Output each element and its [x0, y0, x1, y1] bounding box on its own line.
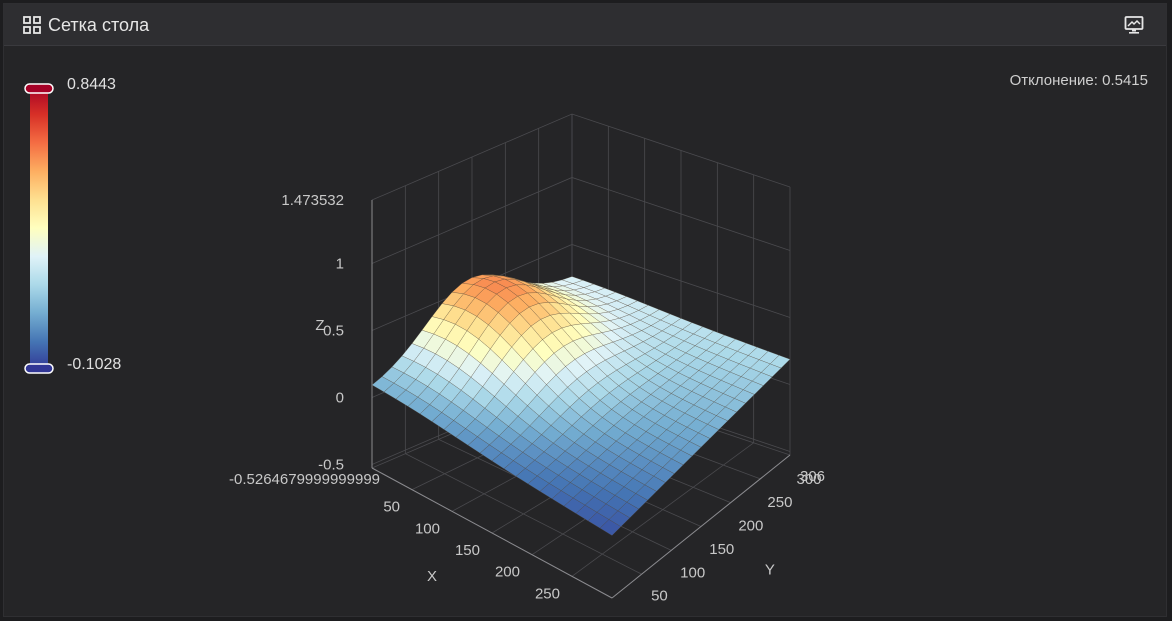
x-tick-label: 50: [383, 499, 400, 516]
mesh-surface: [371, 274, 791, 536]
y-axis-title: Y: [765, 561, 775, 578]
x-tick-label: 100: [415, 520, 440, 537]
x-tick-label: 150: [455, 542, 480, 559]
y-tick-label: 250: [767, 494, 792, 511]
y-tick-label: 306: [800, 468, 825, 485]
mesh-3d-plot[interactable]: 1.47353210.50-0.5-0.5264679999999999Z501…: [0, 0, 1172, 621]
y-tick-label: 150: [709, 541, 734, 558]
x-tick-label: 200: [495, 564, 520, 581]
z-tick-label: 1: [336, 255, 344, 272]
z-axis-title: Z: [315, 317, 324, 334]
z-tick-label: 0: [336, 389, 344, 406]
wall-grid-line: [371, 113, 791, 201]
wall-grid-line: [371, 177, 791, 264]
z-tick-label: 0.5: [323, 322, 344, 339]
z-min-label: -0.5264679999999999: [229, 471, 380, 488]
x-axis-title: X: [427, 568, 437, 585]
x-tick-label: 250: [535, 585, 560, 602]
y-tick-label: 100: [680, 564, 705, 581]
y-tick-label: 50: [651, 588, 668, 605]
y-tick-label: 200: [738, 518, 763, 535]
z-tick-label: 1.473532: [281, 192, 344, 209]
